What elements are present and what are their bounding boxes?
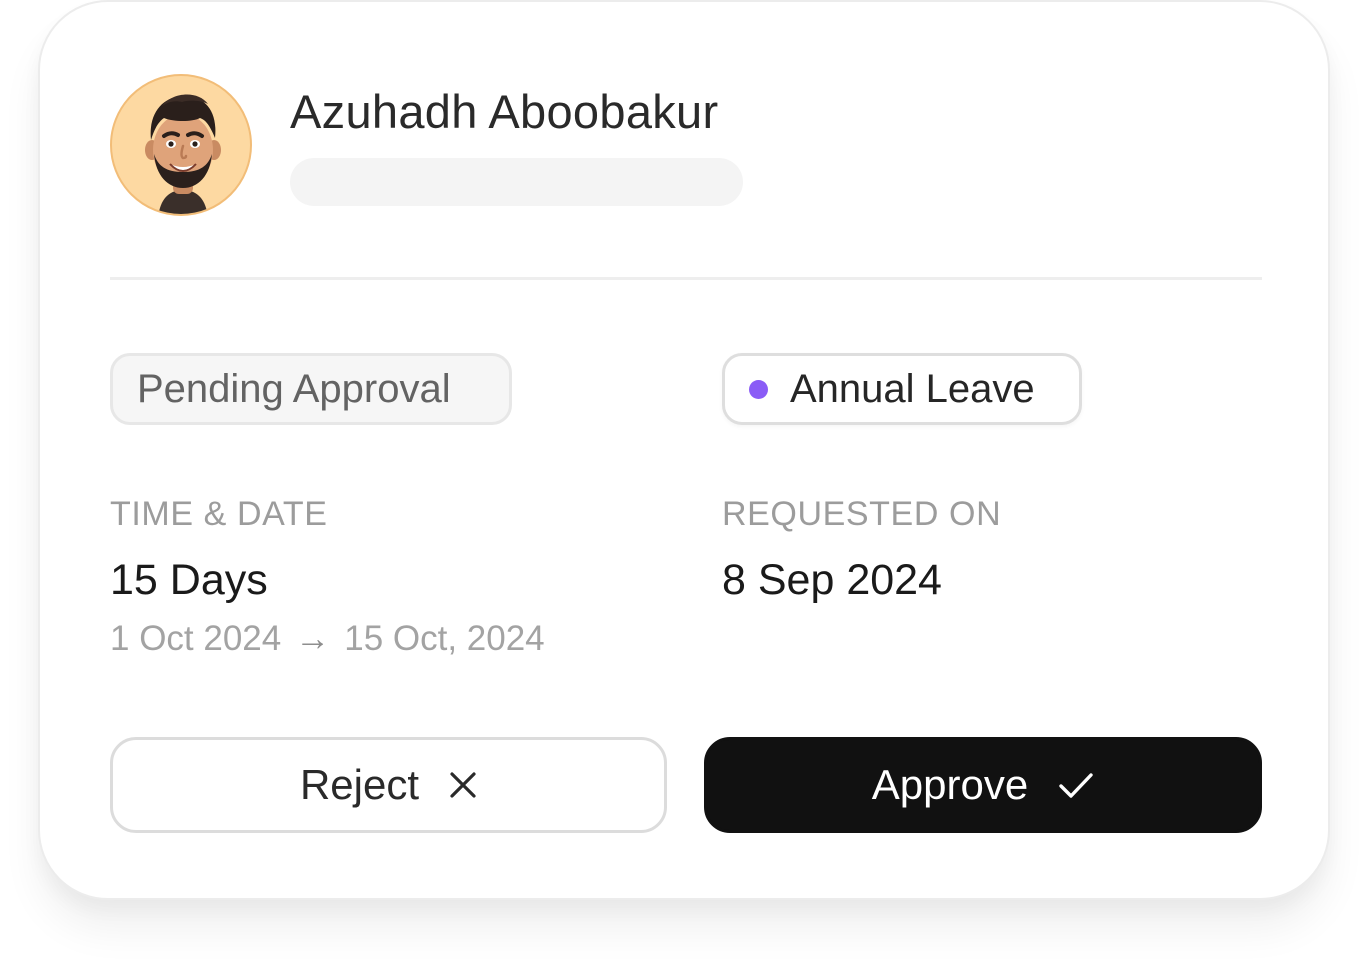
- divider: [110, 277, 1262, 280]
- memoji-avatar-icon: [145, 94, 221, 214]
- employee-name: Azuhadh Aboobakur: [290, 85, 719, 138]
- leave-duration: 15 Days: [110, 556, 268, 604]
- approve-button-label: Approve: [871, 761, 1029, 808]
- status-badge: Pending Approval: [110, 353, 512, 425]
- close-icon: [449, 771, 477, 799]
- check-icon: [1058, 771, 1094, 799]
- reject-button-label: Reject: [299, 761, 420, 808]
- leave-type-dot-icon: [749, 379, 768, 399]
- leave-type-badge: Annual Leave: [722, 353, 1082, 425]
- avatar: [110, 74, 252, 216]
- reject-button[interactable]: Reject: [110, 737, 667, 833]
- subtitle-placeholder: [290, 158, 743, 206]
- status-badge-label: Pending Approval: [137, 366, 451, 411]
- leave-request-card: Azuhadh Aboobakur Pending Approval Annua…: [38, 0, 1330, 900]
- date-range: 1 Oct 2024 → 15 Oct, 2024: [110, 619, 545, 659]
- arrow-right-icon: →: [295, 619, 331, 658]
- start-date: 1 Oct 2024: [110, 619, 282, 658]
- end-date: 15 Oct, 2024: [344, 619, 545, 658]
- approve-button[interactable]: Approve: [704, 737, 1262, 833]
- time-date-label: TIME & DATE: [110, 495, 328, 533]
- leave-type-label: Annual Leave: [790, 366, 1035, 411]
- requested-on-label: REQUESTED ON: [722, 495, 1002, 533]
- requested-on-date: 8 Sep 2024: [722, 556, 942, 604]
